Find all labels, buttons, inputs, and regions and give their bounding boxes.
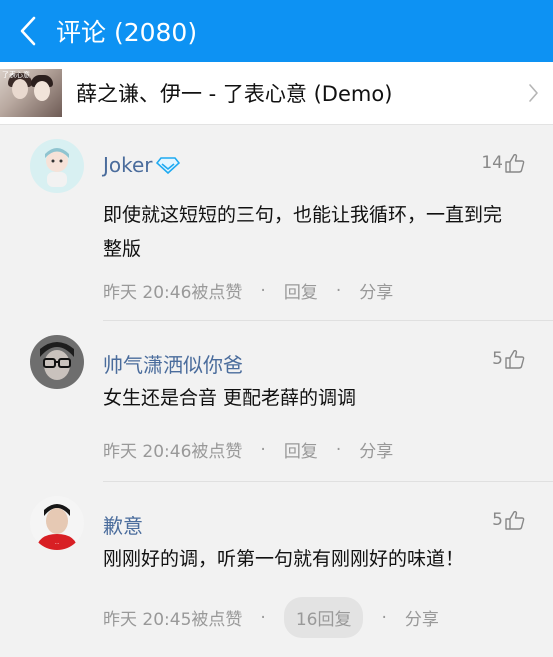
song-cover: 了表心意 (0, 69, 62, 117)
page-title: 评论 (2080) (56, 18, 198, 47)
cover-text: 了表心意 (2, 71, 30, 79)
reply-button[interactable]: 回复 (284, 278, 318, 303)
comment-item: Joker 14 即使就这短短的三句，也能让我循环，一直到完整版 昨天 20:4… (0, 125, 553, 321)
like-button[interactable]: 14 (481, 153, 525, 173)
reply-button[interactable]: 16回复 (283, 597, 364, 638)
share-button[interactable]: 分享 (359, 278, 393, 303)
chevron-right-icon (528, 84, 538, 102)
avatar[interactable] (30, 139, 84, 193)
comment-meta: 昨天 20:46被点赞 · 回复 · 分享 (103, 437, 393, 463)
like-button[interactable]: 5 (492, 349, 525, 369)
thumbs-up-icon (505, 349, 525, 369)
username[interactable]: 帅气潇洒似你爸 (103, 349, 243, 378)
thumbs-up-icon (505, 510, 525, 530)
comment-text: 刚刚好的调，听第一句就有刚刚好的味道！ (103, 548, 465, 570)
comment-time: 昨天 20:46被点赞 (103, 283, 243, 303)
comment-time: 昨天 20:46被点赞 (103, 442, 243, 462)
reply-button[interactable]: 回复 (284, 437, 318, 462)
like-count: 5 (492, 349, 503, 369)
avatar[interactable] (30, 335, 84, 389)
song-chevron-button[interactable] (513, 83, 553, 103)
comment-list: Joker 14 即使就这短短的三句，也能让我循环，一直到完整版 昨天 20:4… (0, 125, 553, 657)
svg-text:···: ··· (55, 541, 60, 547)
song-title: 薛之谦、伊一 - 了表心意 (Demo) (76, 82, 393, 106)
comment-meta: 昨天 20:45被点赞 · 16回复 · 分享 (103, 597, 439, 638)
comment-item: 帅气潇洒似你爸 5 女生还是合音 更配老薛的调调 昨天 20:46被点赞 · 回… (0, 321, 553, 482)
comment-text: 女生还是合音 更配老薛的调调 (103, 387, 357, 409)
chevron-left-icon (20, 16, 36, 46)
back-button[interactable] (0, 0, 56, 62)
comment-text: 即使就这短短的三句，也能让我循环，一直到完整版 (103, 204, 503, 260)
username[interactable]: 歉意 (103, 510, 143, 539)
username[interactable]: Joker (103, 153, 180, 177)
comment-time: 昨天 20:45被点赞 (103, 610, 243, 630)
avatar[interactable]: ··· (30, 496, 84, 550)
header-bar: 评论 (2080) (0, 0, 553, 62)
song-bar[interactable]: 了表心意 薛之谦、伊一 - 了表心意 (Demo) (0, 62, 553, 125)
comment-item: ··· 歉意 5 刚刚好的调，听第一句就有刚刚好的味道！ 昨天 20:45被点赞… (0, 482, 553, 657)
vip-diamond-icon (155, 157, 180, 174)
share-button[interactable]: 分享 (405, 605, 439, 630)
share-button[interactable]: 分享 (359, 437, 393, 462)
like-count: 5 (492, 510, 503, 530)
like-button[interactable]: 5 (492, 510, 525, 530)
thumbs-up-icon (505, 153, 525, 173)
like-count: 14 (481, 153, 503, 173)
comment-meta: 昨天 20:46被点赞 · 回复 · 分享 (103, 278, 393, 304)
